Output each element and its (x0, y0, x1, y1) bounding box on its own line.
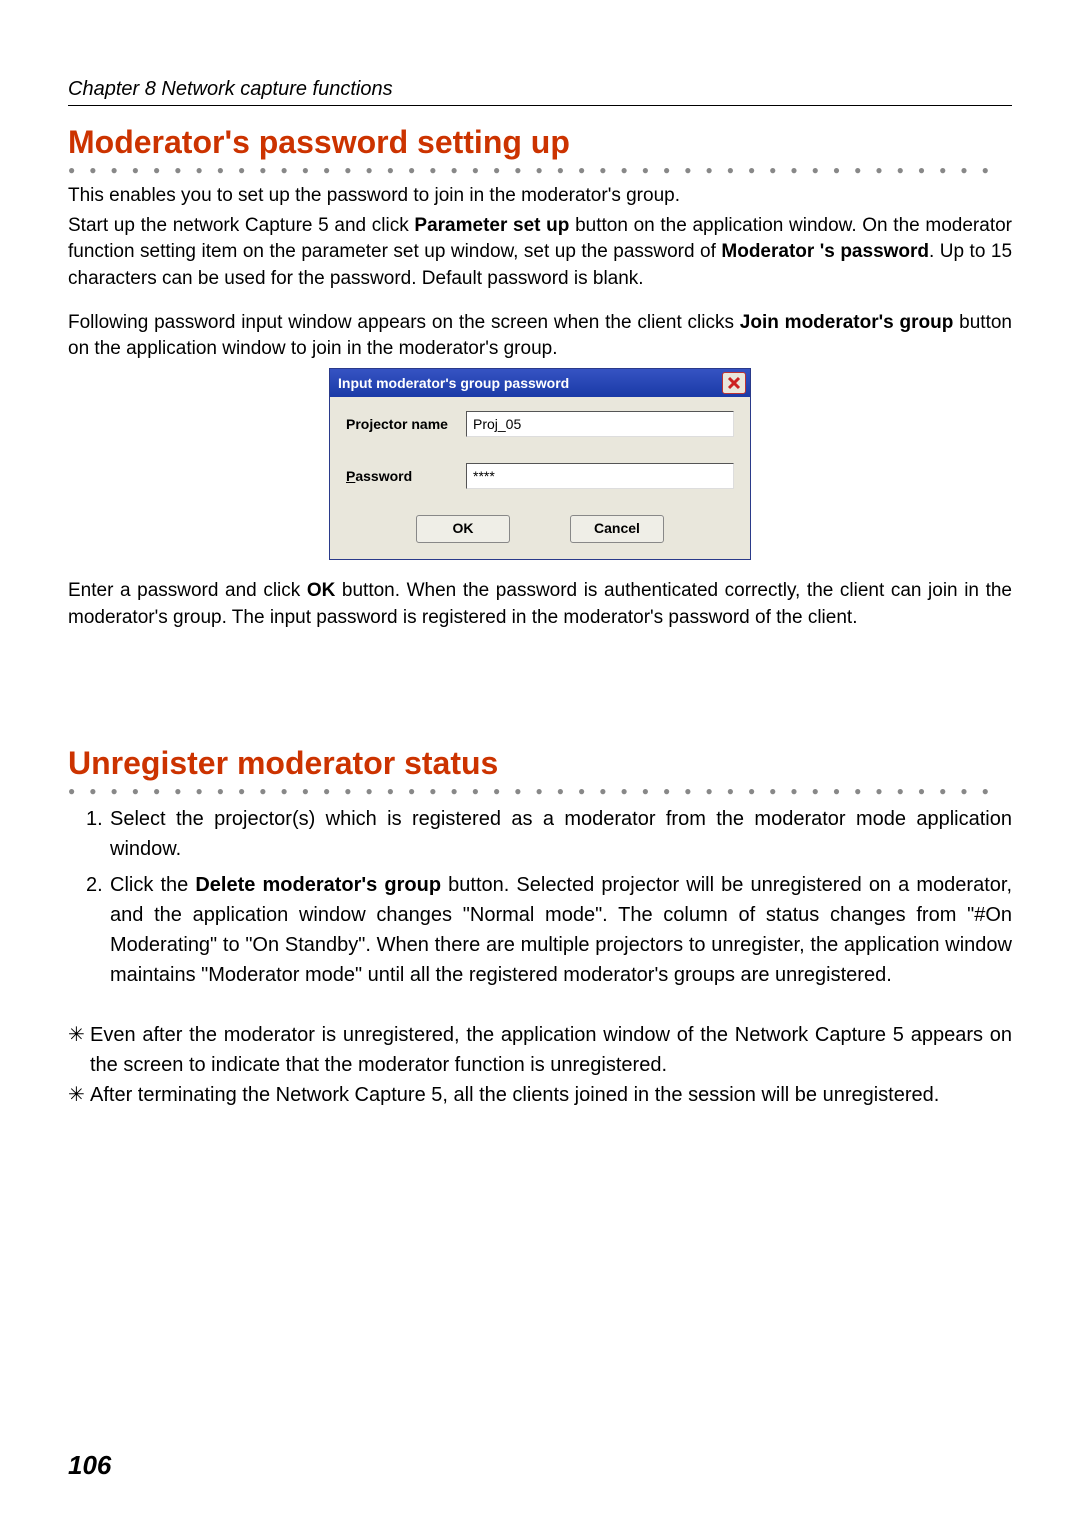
text: Click the (110, 874, 195, 896)
list-text: Select the projector(s) which is registe… (110, 804, 1012, 864)
close-icon (727, 376, 741, 390)
note-text: After terminating the Network Capture 5,… (90, 1080, 1012, 1110)
separator-dots: ●●●●●●●●●●●●●●●●●●●●●●●●●●●●●●●●●●●●●●●●… (68, 784, 1012, 798)
page-number: 106 (68, 1450, 111, 1481)
list-number: 2. (86, 870, 110, 990)
separator-dots: ●●●●●●●●●●●●●●●●●●●●●●●●●●●●●●●●●●●●●●●●… (68, 163, 1012, 177)
input-password[interactable]: **** (466, 463, 734, 489)
label-password-rest: assword (355, 468, 412, 484)
bullet-icon: ✳ (68, 1080, 90, 1110)
label-password-underline: P (346, 468, 355, 484)
bold-ok: OK (307, 580, 336, 601)
document-page: Chapter 8 Network capture functions Mode… (0, 0, 1080, 1527)
note-item: ✳ After terminating the Network Capture … (68, 1080, 1012, 1110)
cancel-button[interactable]: Cancel (570, 515, 664, 543)
bullet-icon: ✳ (68, 1020, 90, 1080)
dialog-title: Input moderator's group password (338, 375, 569, 391)
paragraph-setup: Start up the network Capture 5 and click… (68, 213, 1012, 292)
row-projector: Projector name Proj_05 (346, 411, 734, 437)
bold-delete-group: Delete moderator's group (195, 874, 441, 896)
notes: ✳ Even after the moderator is unregister… (68, 1020, 1012, 1110)
row-password: Password **** (346, 463, 734, 489)
dialog-titlebar: Input moderator's group password (330, 369, 750, 397)
paragraph-enter-password: Enter a password and click OK button. Wh… (68, 578, 1012, 630)
list-item: 1. Select the projector(s) which is regi… (86, 804, 1012, 864)
close-button[interactable] (722, 372, 746, 394)
dialog-wrap: Input moderator's group password Project… (68, 368, 1012, 560)
chapter-title: Chapter 8 Network capture functions (68, 78, 393, 100)
text: Enter a password and click (68, 580, 307, 601)
spacer (68, 635, 1012, 745)
dialog-button-row: OK Cancel (346, 515, 734, 543)
note-text: Even after the moderator is unregistered… (90, 1020, 1012, 1080)
bold-join-group: Join moderator's group (740, 312, 954, 333)
paragraph-following: Following password input window appears … (68, 310, 1012, 362)
list-text: Click the Delete moderator's group butto… (110, 870, 1012, 990)
list-item: 2. Click the Delete moderator's group bu… (86, 870, 1012, 990)
paragraph-intro: This enables you to set up the password … (68, 183, 1012, 209)
bold-moderators-password: Moderator 's password (721, 241, 929, 262)
list-number: 1. (86, 804, 110, 864)
password-dialog: Input moderator's group password Project… (329, 368, 751, 560)
text: Start up the network Capture 5 and click (68, 215, 414, 236)
ok-button[interactable]: OK (416, 515, 510, 543)
dialog-body: Projector name Proj_05 Password **** OK … (330, 397, 750, 559)
section-heading-unregister: Unregister moderator status (68, 745, 1012, 782)
input-projector-name[interactable]: Proj_05 (466, 411, 734, 437)
note-item: ✳ Even after the moderator is unregister… (68, 1020, 1012, 1080)
bold-parameter-setup: Parameter set up (414, 215, 569, 236)
section-heading-password: Moderator's password setting up (68, 124, 1012, 161)
ordered-list: 1. Select the projector(s) which is regi… (86, 804, 1012, 990)
chapter-header: Chapter 8 Network capture functions (68, 78, 1012, 106)
label-projector-name: Projector name (346, 416, 466, 432)
text: Following password input window appears … (68, 312, 740, 333)
label-password: Password (346, 468, 466, 484)
